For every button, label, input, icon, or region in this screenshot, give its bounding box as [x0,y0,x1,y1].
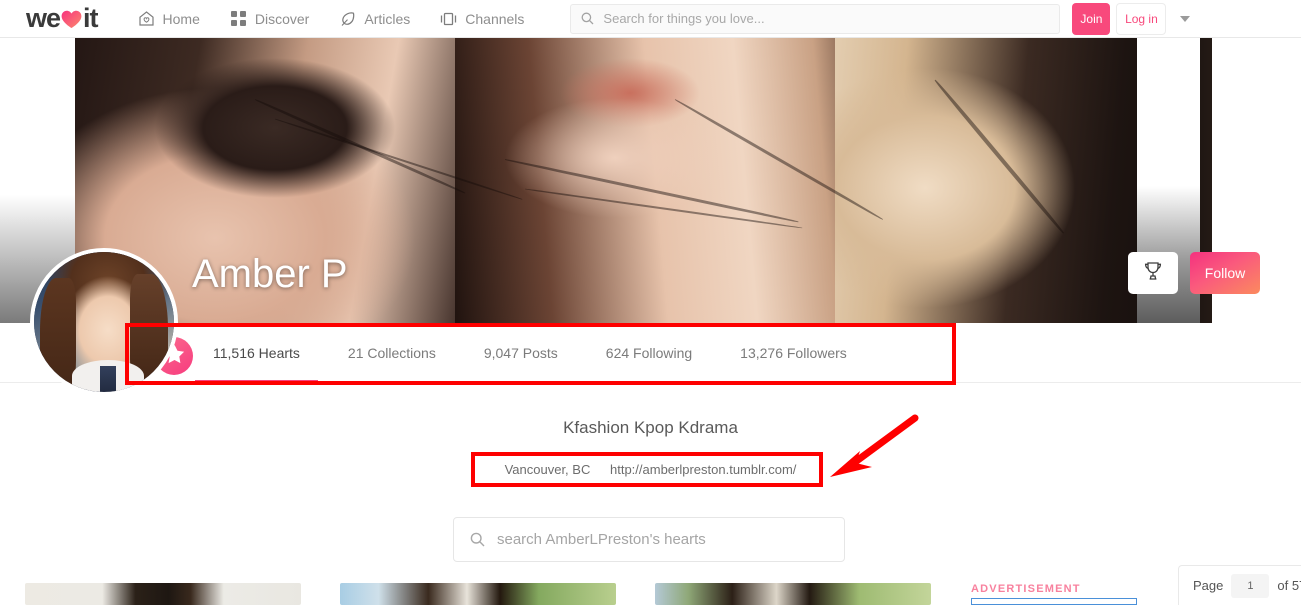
nav-item-channels[interactable]: Channels [440,10,524,27]
logo-text-post: it [83,3,98,33]
feather-icon [339,10,356,27]
pagination-total: of 576 [1277,578,1301,593]
profile-bio: Kfashion Kpop Kdrama [563,418,738,437]
stat-posts[interactable]: 9,047 Posts [484,323,558,383]
grid-item[interactable] [340,583,616,605]
nav-items: Home Discover Articles Channels [138,10,555,27]
join-button[interactable]: Join [1072,2,1111,35]
nav-item-discover-label: Discover [254,10,310,27]
stat-following[interactable]: 624 Following [606,323,692,383]
search-input[interactable] [603,11,1050,26]
profile-avatar[interactable] [30,248,178,396]
stat-followers[interactable]: 13,276 Followers [740,323,847,383]
trophy-icon [1142,260,1164,287]
nav-item-articles-label: Articles [364,10,411,27]
search-icon [470,532,485,547]
page-title: Amber P [192,252,348,296]
hearts-search-input[interactable] [497,531,828,548]
profile-meta: Vancouver, BC http://amberlpreston.tumbl… [0,462,1301,477]
search-icon [581,12,594,25]
pagination-label: Page [1193,578,1224,593]
home-heart-icon [138,10,155,27]
logo-text-pre: we [26,3,61,33]
hearts-search-box[interactable] [453,517,845,562]
grid-item[interactable] [25,583,301,605]
nav-item-discover[interactable]: Discover [230,10,309,27]
channels-icon [440,10,457,27]
login-button[interactable]: Log in [1116,2,1167,35]
pagination-bar: Page of 576 [1178,565,1301,605]
nav-item-articles[interactable]: Articles [339,10,410,27]
top-navigation-bar: we it Home Discover Articles Channels Se… [0,0,1301,38]
advertisement-label: ADVERTISEMENT [971,583,1081,595]
avatar-image [34,252,174,392]
nav-item-channels-label: Channels [465,10,525,27]
heart-icon [61,10,82,29]
site-logo[interactable]: we it [26,3,98,34]
global-search-box[interactable] [570,3,1061,34]
trophy-button[interactable] [1128,252,1178,294]
profile-stats-bar: 11,516 Hearts 21 Collections 9,047 Posts… [0,323,1301,383]
stat-hearts[interactable]: 11,516 Hearts [195,323,318,383]
grid-icon [230,10,247,27]
stats-list: 11,516 Hearts 21 Collections 9,047 Posts… [195,323,895,383]
page-number-input[interactable] [1231,573,1270,598]
follow-button[interactable]: Follow [1190,252,1260,294]
chevron-down-icon[interactable] [1180,15,1191,22]
stat-collections[interactable]: 21 Collections [348,323,436,383]
grid-item[interactable] [655,583,931,605]
profile-website-link[interactable]: http://amberlpreston.tumblr.com/ [610,462,796,477]
nav-item-home-label: Home [162,10,200,27]
nav-item-home[interactable]: Home [138,10,200,27]
advertisement-box [971,598,1137,605]
profile-location: Vancouver, BC [504,462,591,477]
